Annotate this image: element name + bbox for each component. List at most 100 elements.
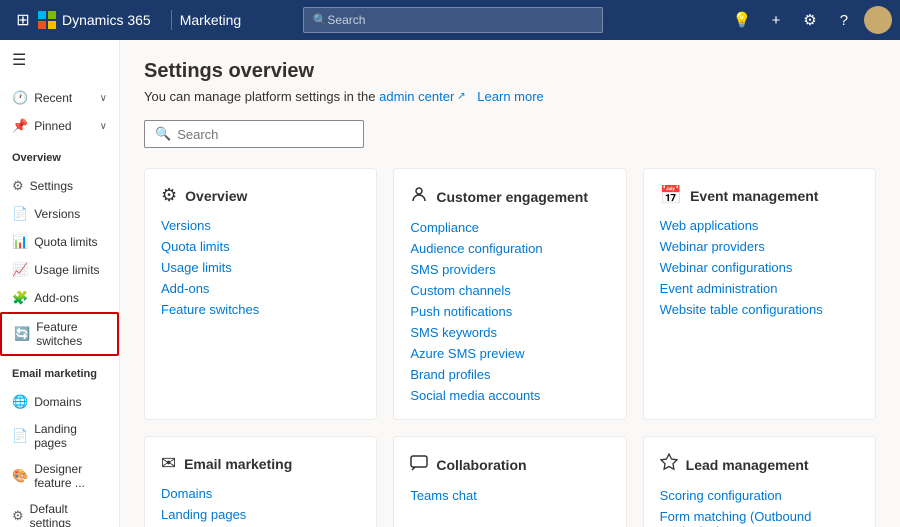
card-lead-management: Lead management Scoring configuration Fo… <box>643 436 876 527</box>
waffle-icon[interactable]: ⊞ <box>8 5 38 35</box>
sidebar-top-section: 🕐 Recent ∨ 📌 Pinned ∨ <box>0 80 119 144</box>
email-section-title: Email marketing <box>0 360 119 384</box>
link-webinar-providers[interactable]: Webinar providers <box>660 239 859 254</box>
link-sms-providers[interactable]: SMS providers <box>410 262 609 277</box>
sidebar-item-settings[interactable]: ⚙ Settings <box>0 172 119 200</box>
sidebar-item-default-settings[interactable]: ⚙ Default settings <box>0 496 119 527</box>
event-card-title: Event management <box>690 188 818 204</box>
sidebar-item-domains[interactable]: 🌐 Domains <box>0 388 119 416</box>
admin-center-link[interactable]: admin center ↗ <box>379 89 466 104</box>
description-text: You can manage platform settings in the <box>144 89 376 104</box>
lightbulb-icon[interactable]: 💡 <box>728 6 756 34</box>
sidebar-item-recent[interactable]: 🕐 Recent ∨ <box>0 84 119 112</box>
sidebar-item-feature-switches[interactable]: 🔄 Feature switches <box>0 312 119 356</box>
sidebar-email-section: 🌐 Domains 📄 Landing pages 🎨 Designer fea… <box>0 384 119 527</box>
feature-icon: 🔄 <box>14 326 30 342</box>
link-feature-switches[interactable]: Feature switches <box>161 302 360 317</box>
settings-icon[interactable]: ⚙ <box>796 6 824 34</box>
card-email-marketing: ✉ Email marketing Domains Landing pages … <box>144 436 377 527</box>
sidebar-item-pinned[interactable]: 📌 Pinned ∨ <box>0 112 119 140</box>
overview-card-icon: ⚙ <box>161 185 177 206</box>
collab-card-title: Collaboration <box>436 457 526 473</box>
sidebar-item-addons[interactable]: 🧩 Add-ons <box>0 284 119 312</box>
designer-icon: 🎨 <box>12 468 28 484</box>
sidebar: ☰ 🕐 Recent ∨ 📌 Pinned ∨ Overview ⚙ Setti… <box>0 40 120 527</box>
link-event-admin[interactable]: Event administration <box>660 281 859 296</box>
settings-search-icon: 🔍 <box>155 126 171 142</box>
link-website-table[interactable]: Website table configurations <box>660 302 859 317</box>
addons-label: Add-ons <box>34 291 79 305</box>
link-social-media[interactable]: Social media accounts <box>410 388 609 403</box>
recent-label: Recent <box>34 91 72 105</box>
add-icon[interactable]: + <box>762 6 790 34</box>
customer-card-title: Customer engagement <box>436 189 588 205</box>
link-web-apps[interactable]: Web applications <box>660 218 859 233</box>
customer-card-links: Compliance Audience configuration SMS pr… <box>410 220 609 403</box>
brand-name: Dynamics 365 <box>62 12 151 28</box>
link-webinar-configs[interactable]: Webinar configurations <box>660 260 859 275</box>
designer-label: Designer feature ... <box>34 462 107 490</box>
link-add-ons[interactable]: Add-ons <box>161 281 360 296</box>
dynamics-logo <box>38 11 56 29</box>
brand: Dynamics 365 <box>38 11 151 29</box>
card-customer-engagement: Customer engagement Compliance Audience … <box>393 168 626 420</box>
module-name: Marketing <box>180 12 241 28</box>
feature-label: Feature switches <box>36 320 105 348</box>
usage-label: Usage limits <box>34 263 99 277</box>
card-customer-header: Customer engagement <box>410 185 609 208</box>
overview-card-title: Overview <box>185 188 247 204</box>
external-link-icon: ↗ <box>457 91 465 102</box>
link-brand-profiles[interactable]: Brand profiles <box>410 367 609 382</box>
card-email-header: ✉ Email marketing <box>161 453 360 474</box>
addons-icon: 🧩 <box>12 290 28 306</box>
link-form-matching[interactable]: Form matching (Outbound marketing) <box>660 509 859 527</box>
quota-icon: 📊 <box>12 234 28 250</box>
link-quota-limits[interactable]: Quota limits <box>161 239 360 254</box>
recent-caret: ∨ <box>100 93 107 104</box>
layout: ☰ 🕐 Recent ∨ 📌 Pinned ∨ Overview ⚙ Setti… <box>0 40 900 527</box>
link-push-notifications[interactable]: Push notifications <box>410 304 609 319</box>
card-event-header: 📅 Event management <box>660 185 859 206</box>
domains-label: Domains <box>34 395 81 409</box>
search-icon: 🔍 <box>312 13 327 27</box>
link-versions[interactable]: Versions <box>161 218 360 233</box>
pinned-caret: ∨ <box>100 121 107 132</box>
settings-search-box[interactable]: 🔍 <box>144 120 364 148</box>
sidebar-item-designer[interactable]: 🎨 Designer feature ... <box>0 456 119 496</box>
global-search-box[interactable]: 🔍 <box>303 7 603 33</box>
lead-card-links: Scoring configuration Form matching (Out… <box>660 488 859 527</box>
hamburger-button[interactable]: ☰ <box>0 40 119 80</box>
link-compliance[interactable]: Compliance <box>410 220 609 235</box>
link-sms-keywords[interactable]: SMS keywords <box>410 325 609 340</box>
settings-search-input[interactable] <box>177 127 353 142</box>
sidebar-item-versions[interactable]: 📄 Versions <box>0 200 119 228</box>
sidebar-item-usage[interactable]: 📈 Usage limits <box>0 256 119 284</box>
recent-icon: 🕐 <box>12 90 28 106</box>
link-scoring-config[interactable]: Scoring configuration <box>660 488 859 503</box>
link-audience-config[interactable]: Audience configuration <box>410 241 609 256</box>
global-search-input[interactable] <box>327 13 594 27</box>
page-description: You can manage platform settings in the … <box>144 89 876 104</box>
link-landing-pages[interactable]: Landing pages <box>161 507 360 522</box>
learn-more-link[interactable]: Learn more <box>477 89 543 104</box>
default-icon: ⚙ <box>12 508 24 524</box>
admin-center-label: admin center <box>379 89 454 104</box>
link-azure-sms[interactable]: Azure SMS preview <box>410 346 609 361</box>
card-collab-header: Collaboration <box>410 453 609 476</box>
domains-icon: 🌐 <box>12 394 28 410</box>
link-usage-limits[interactable]: Usage limits <box>161 260 360 275</box>
quota-label: Quota limits <box>34 235 97 249</box>
link-custom-channels[interactable]: Custom channels <box>410 283 609 298</box>
card-lead-header: Lead management <box>660 453 859 476</box>
sidebar-item-quota[interactable]: 📊 Quota limits <box>0 228 119 256</box>
lead-card-icon <box>660 453 678 476</box>
sidebar-item-landing-pages[interactable]: 📄 Landing pages <box>0 416 119 456</box>
link-domains[interactable]: Domains <box>161 486 360 501</box>
pinned-label: Pinned <box>34 119 71 133</box>
avatar[interactable] <box>864 6 892 34</box>
main-content: Settings overview You can manage platfor… <box>120 40 900 527</box>
help-icon[interactable]: ? <box>830 6 858 34</box>
collab-card-icon <box>410 453 428 476</box>
settings-cards-grid: ⚙ Overview Versions Quota limits Usage l… <box>144 168 876 527</box>
link-teams-chat[interactable]: Teams chat <box>410 488 609 503</box>
